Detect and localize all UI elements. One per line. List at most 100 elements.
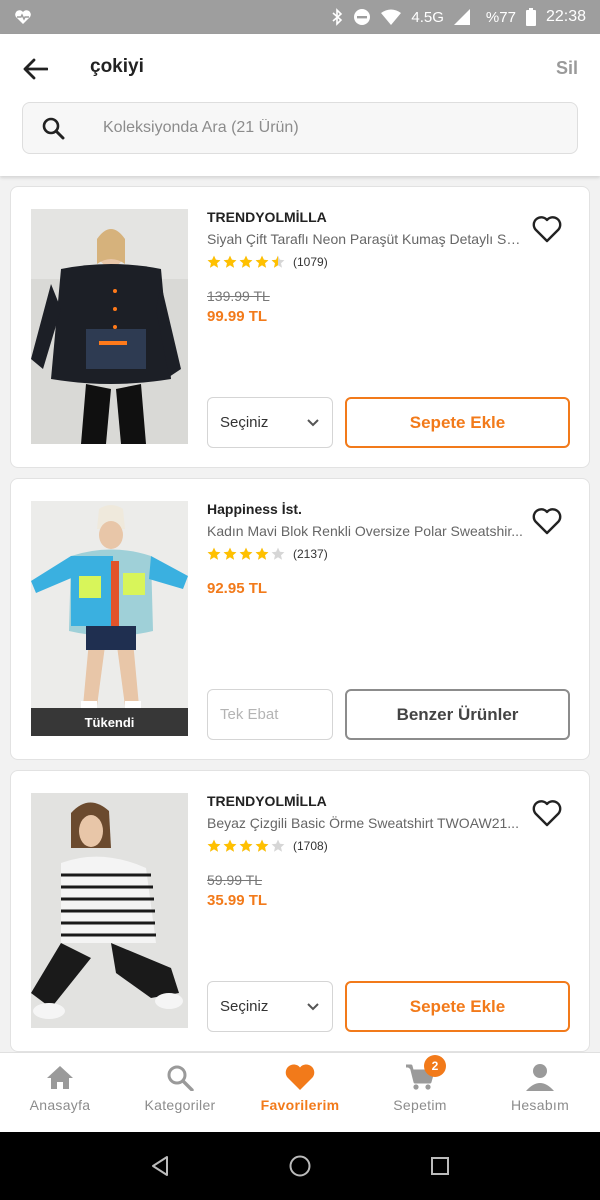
arrow-left-icon	[23, 58, 48, 80]
nav-label: Favorilerim	[260, 1097, 340, 1113]
nav-favorites[interactable]: Favorilerim	[240, 1053, 360, 1133]
product-image[interactable]: Tükendi	[31, 501, 188, 736]
favorite-button[interactable]	[531, 213, 563, 245]
size-select-value: Seçiniz	[220, 998, 269, 1015]
size-select[interactable]: Seçiniz	[207, 397, 333, 448]
favorite-button[interactable]	[531, 797, 563, 829]
product-image[interactable]	[31, 793, 188, 1028]
search-bar[interactable]	[22, 102, 578, 154]
header: çokiyi Sil	[0, 34, 600, 176]
product-list: TRENDYOLMİLLA Siyah Çift Taraflı Neon Pa…	[0, 176, 600, 1052]
cart-count-badge: 2	[424, 1055, 446, 1077]
rating-stars	[207, 839, 285, 853]
product-brand: TRENDYOLMİLLA	[207, 209, 327, 225]
old-price: 59.99 TL	[207, 872, 263, 888]
star-icon	[207, 547, 221, 560]
nav-account[interactable]: Hesabım	[480, 1053, 600, 1133]
home-icon	[47, 1066, 73, 1089]
star-icon	[255, 839, 269, 852]
product-card[interactable]: TRENDYOLMİLLA Siyah Çift Taraflı Neon Pa…	[10, 186, 590, 468]
search-icon	[167, 1065, 194, 1091]
heart-icon	[285, 1064, 315, 1090]
add-to-cart-button[interactable]: Sepete Ekle	[345, 397, 570, 448]
search-icon	[23, 116, 83, 140]
product-brand: Happiness İst.	[207, 501, 302, 517]
heart-monitor-icon	[14, 9, 32, 25]
star-icon	[271, 255, 285, 268]
rating-count: (2137)	[293, 547, 328, 561]
battery-level: %77	[485, 8, 516, 26]
network-type: 4.5G	[411, 8, 444, 26]
product-rating: (1079)	[207, 255, 328, 269]
star-icon	[239, 255, 253, 268]
star-icon	[271, 839, 285, 852]
star-icon	[239, 547, 253, 560]
star-icon	[255, 255, 269, 268]
heart-outline-icon	[532, 800, 562, 827]
star-icon	[223, 547, 237, 560]
price: 35.99 TL	[207, 892, 268, 909]
wifi-icon	[381, 9, 402, 25]
product-name[interactable]: Kadın Mavi Blok Renkli Oversize Polar Sw…	[207, 523, 525, 539]
page-title: çokiyi	[90, 56, 144, 77]
size-select: Tek Ebat	[207, 689, 333, 740]
product-rating: (2137)	[207, 547, 328, 561]
price: 99.99 TL	[207, 308, 268, 325]
person-icon	[526, 1064, 554, 1091]
bluetooth-icon	[331, 8, 343, 26]
circle-home-icon	[289, 1155, 311, 1177]
triangle-back-icon	[152, 1156, 168, 1176]
star-icon	[271, 547, 285, 560]
price: 92.95 TL	[207, 580, 268, 597]
star-icon	[207, 255, 221, 268]
product-rating: (1708)	[207, 839, 328, 853]
status-bar: 4.5G %77 22:38	[0, 0, 600, 34]
heart-outline-icon	[532, 508, 562, 535]
product-card[interactable]: TRENDYOLMİLLA Beyaz Çizgili Basic Örme S…	[10, 770, 590, 1052]
star-icon	[223, 255, 237, 268]
add-to-cart-button[interactable]: Sepete Ekle	[345, 981, 570, 1032]
rating-count: (1708)	[293, 839, 328, 853]
star-icon	[239, 839, 253, 852]
size-select-value: Seçiniz	[220, 414, 269, 431]
nav-categories[interactable]: Kategoriler	[120, 1053, 240, 1133]
android-navigation-bar	[0, 1132, 600, 1200]
back-button[interactable]	[18, 52, 52, 86]
rating-count: (1079)	[293, 255, 328, 269]
search-input[interactable]	[83, 119, 523, 137]
favorite-button[interactable]	[531, 505, 563, 537]
signal-icon	[453, 9, 470, 25]
nav-home[interactable]: Anasayfa	[0, 1053, 120, 1133]
do-not-disturb-icon	[353, 8, 371, 26]
android-back-button[interactable]	[140, 1146, 180, 1186]
star-icon	[207, 839, 221, 852]
android-home-button[interactable]	[280, 1146, 320, 1186]
nav-label: Anasayfa	[29, 1097, 91, 1113]
android-recents-button[interactable]	[420, 1146, 460, 1186]
sold-out-badge: Tükendi	[31, 708, 188, 736]
nav-label: Kategoriler	[144, 1097, 216, 1113]
product-brand: TRENDYOLMİLLA	[207, 793, 327, 809]
star-icon	[223, 839, 237, 852]
square-recents-icon	[431, 1157, 449, 1175]
rating-stars	[207, 547, 285, 561]
nav-label: Sepetim	[393, 1097, 447, 1113]
clear-button[interactable]: Sil	[556, 58, 578, 79]
star-icon	[255, 547, 269, 560]
similar-products-button[interactable]: Benzer Ürünler	[345, 689, 570, 740]
battery-icon	[525, 8, 536, 26]
size-select[interactable]: Seçiniz	[207, 981, 333, 1032]
nav-label: Hesabım	[510, 1097, 570, 1113]
bottom-navigation: Anasayfa Kategoriler Favorilerim 2 Sepet…	[0, 1052, 600, 1132]
clock: 22:38	[545, 8, 586, 25]
nav-cart[interactable]: 2 Sepetim	[360, 1053, 480, 1133]
rating-stars	[207, 255, 285, 269]
heart-outline-icon	[532, 216, 562, 243]
chevron-down-icon	[306, 1002, 320, 1012]
product-image[interactable]	[31, 209, 188, 444]
old-price: 139.99 TL	[207, 288, 270, 304]
product-card[interactable]: Tükendi Happiness İst. Kadın Mavi Blok R…	[10, 478, 590, 760]
product-name[interactable]: Beyaz Çizgili Basic Örme Sweatshirt TWOA…	[207, 815, 525, 831]
chevron-down-icon	[306, 418, 320, 428]
product-name[interactable]: Siyah Çift Taraflı Neon Paraşüt Kumaş De…	[207, 231, 525, 247]
